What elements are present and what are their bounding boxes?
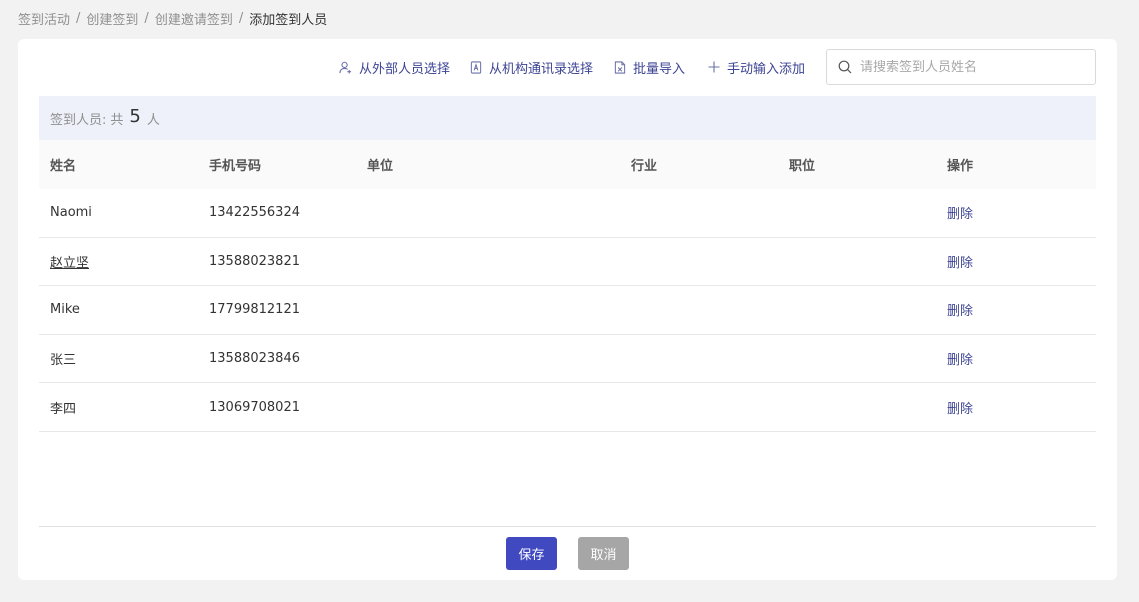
summary-label: 签到人员: (50, 112, 107, 128)
cell-action: 删除 (936, 300, 1096, 319)
footer-divider (39, 526, 1096, 527)
column-header-industry: 行业 (631, 159, 658, 174)
column-header-position: 职位 (789, 159, 816, 174)
plus-icon (708, 61, 720, 73)
toolbar: 从外部人员选择 从机构通讯录选择 批量导入 手动输入添加 (18, 49, 1117, 85)
contact-book-icon (470, 60, 482, 74)
cell-name: 李四 (50, 401, 77, 417)
breadcrumb: 签到活动 / 创建签到 / 创建邀请签到 / 添加签到人员 (18, 9, 328, 28)
excel-file-icon (614, 60, 626, 74)
table-row: Mike 17799812121 删除 (39, 286, 1096, 335)
delete-link[interactable]: 删除 (947, 256, 973, 271)
cell-name: 赵立坚 (39, 252, 198, 271)
breadcrumb-item-signin-activity[interactable]: 签到活动 (18, 9, 70, 28)
main-card: 从外部人员选择 从机构通讯录选择 批量导入 手动输入添加 请搜索签到人员姓名 签… (18, 39, 1117, 580)
batch-import-button[interactable]: 批量导入 (614, 58, 686, 77)
attendee-summary: 签到人员: 共 5 人 (39, 96, 1096, 140)
external-select-button[interactable]: 从外部人员选择 (339, 58, 451, 77)
manual-add-button[interactable]: 手动输入添加 (708, 58, 806, 77)
summary-prefix: 共 (110, 112, 124, 128)
cell-action: 删除 (936, 398, 1096, 417)
table-row: 赵立坚 13588023821 删除 (39, 238, 1096, 287)
breadcrumb-item-create-invite-signin[interactable]: 创建邀请签到 (155, 9, 233, 28)
cell-name-text: 赵立坚 (50, 255, 90, 271)
breadcrumb-separator: / (76, 10, 81, 26)
cell-action: 删除 (936, 252, 1096, 271)
search-box (826, 49, 1096, 85)
cell-action: 删除 (936, 203, 1096, 222)
user-add-icon (339, 61, 352, 74)
org-select-button[interactable]: 从机构通讯录选择 (470, 58, 594, 77)
cell-phone: 13588023846 (209, 351, 300, 367)
cancel-button[interactable]: 取消 (578, 537, 629, 570)
batch-import-label: 批量导入 (633, 61, 686, 77)
search-input[interactable] (860, 59, 1080, 75)
search-icon (838, 60, 852, 74)
cell-phone: 13422556324 (209, 205, 300, 221)
table-header: 姓名 手机号码 单位 行业 职位 操作 (39, 140, 1096, 189)
save-button[interactable]: 保存 (506, 537, 557, 570)
cell-name: Naomi (50, 205, 92, 221)
column-header-name: 姓名 (50, 159, 77, 174)
org-select-label: 从机构通讯录选择 (489, 61, 594, 77)
column-header-action: 操作 (947, 159, 974, 174)
breadcrumb-item-current: 添加签到人员 (249, 12, 328, 28)
attendee-table: 姓名 手机号码 单位 行业 职位 操作 Naomi 13422556324 删除… (39, 140, 1096, 432)
table-row: 李四 13069708021 删除 (39, 383, 1096, 432)
cell-phone: 13588023821 (209, 253, 300, 269)
column-header-phone: 手机号码 (209, 159, 262, 174)
cell-action: 删除 (936, 349, 1096, 368)
table-row: Naomi 13422556324 删除 (39, 189, 1096, 238)
breadcrumb-item-create-signin[interactable]: 创建签到 (86, 9, 138, 28)
delete-link[interactable]: 删除 (947, 207, 973, 222)
table-row: 张三 13588023846 删除 (39, 335, 1096, 384)
delete-link[interactable]: 删除 (947, 353, 973, 368)
summary-suffix: 人 (146, 112, 160, 128)
cell-phone: 17799812121 (209, 302, 300, 318)
external-select-label: 从外部人员选择 (359, 61, 451, 77)
cell-phone: 13069708021 (209, 399, 300, 415)
attendee-count: 5 (129, 105, 141, 127)
column-header-unit: 单位 (367, 159, 394, 174)
cell-name: 张三 (50, 353, 77, 369)
breadcrumb-separator: / (238, 10, 244, 26)
delete-link[interactable]: 删除 (947, 304, 973, 319)
breadcrumb-separator: / (144, 10, 149, 26)
manual-add-label: 手动输入添加 (727, 61, 806, 77)
delete-link[interactable]: 删除 (947, 402, 973, 417)
cell-name: Mike (50, 302, 80, 318)
